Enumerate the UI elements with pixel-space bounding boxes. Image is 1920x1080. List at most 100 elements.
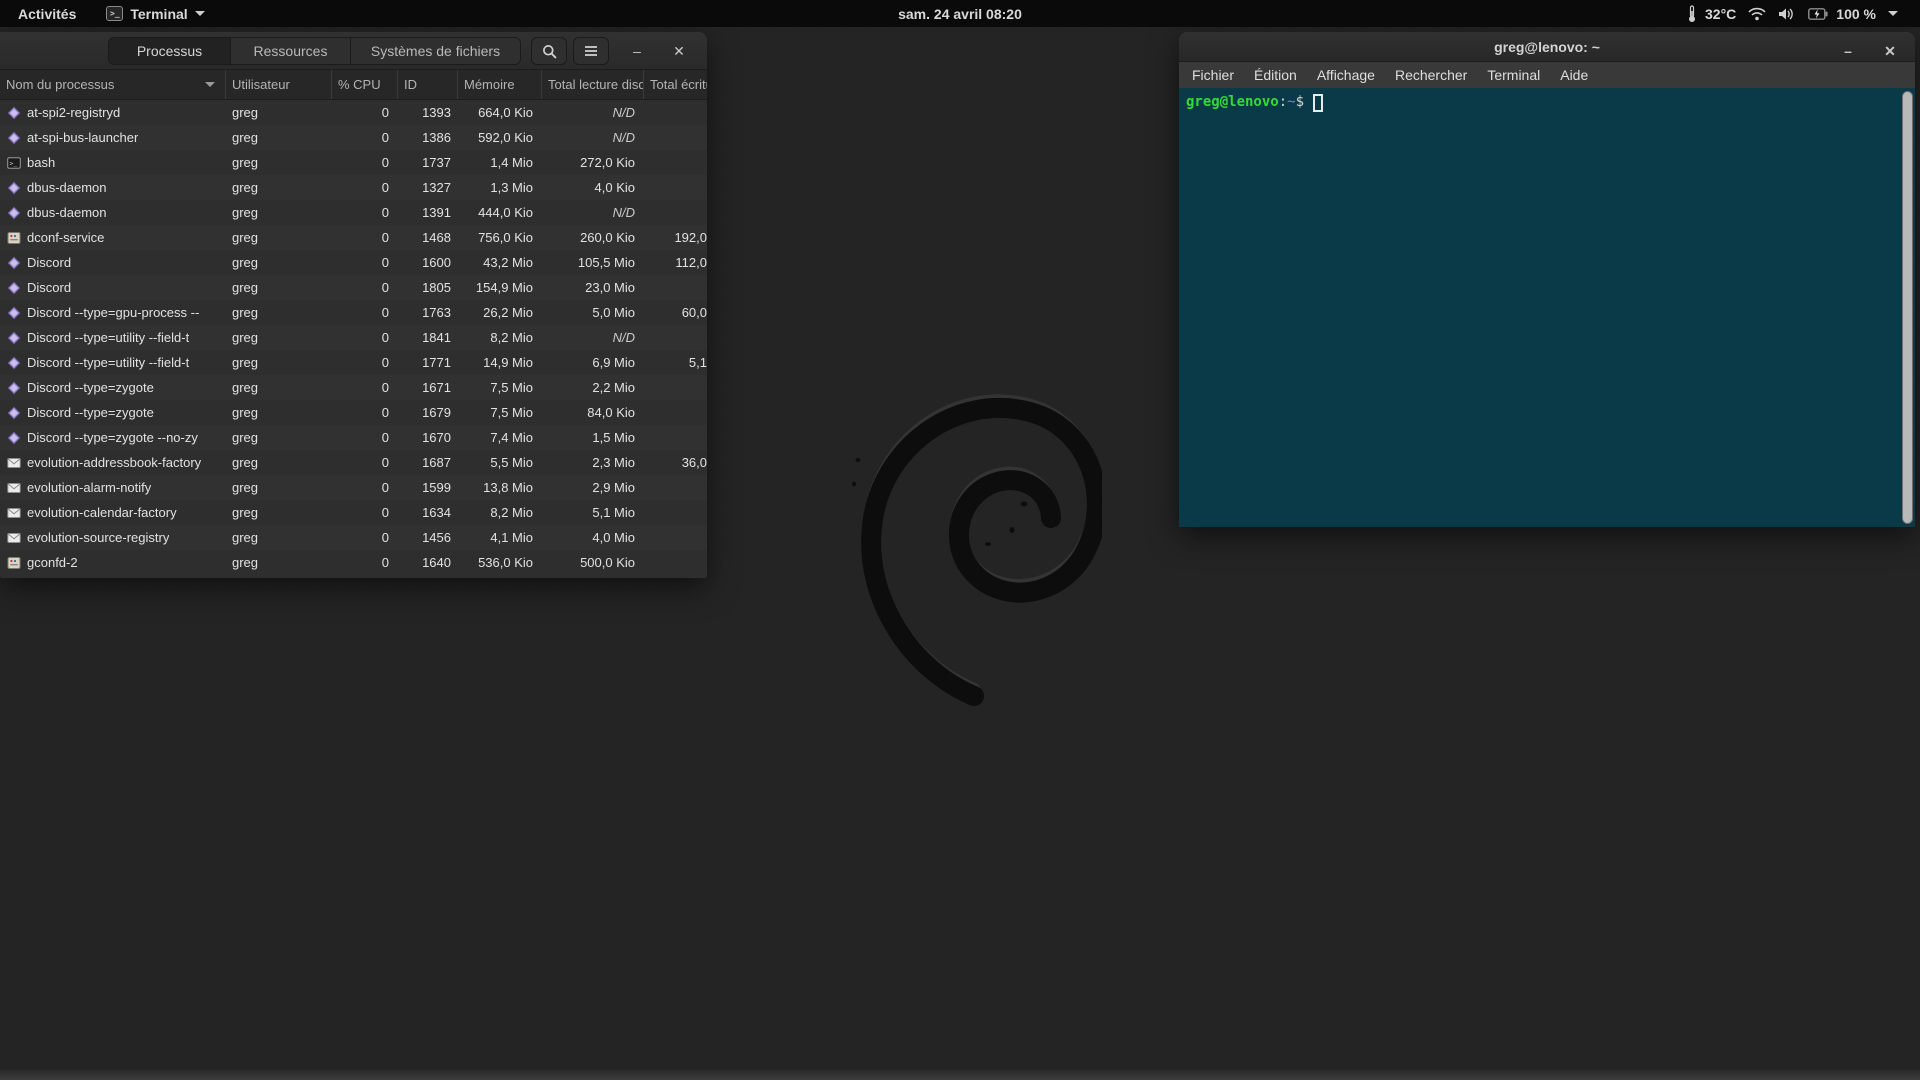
- process-disk-read: 23,0 Mio: [542, 280, 644, 295]
- terminal-scrollbar[interactable]: [1902, 91, 1913, 524]
- table-row[interactable]: Discord --type=gpu-process --greg0176326…: [0, 300, 707, 325]
- process-user: greg: [226, 505, 332, 520]
- table-row[interactable]: >_bashgreg017371,4 Mio272,0 Kio: [0, 150, 707, 175]
- process-cpu: 0: [332, 180, 398, 195]
- process-name: gconfd-2: [27, 555, 78, 570]
- primary-menu-button[interactable]: [573, 37, 609, 65]
- tab-processus[interactable]: Processus: [109, 38, 231, 64]
- process-name-cell: dbus-daemon: [0, 205, 226, 221]
- diamond-icon: [6, 180, 22, 196]
- menu-rechercher[interactable]: Rechercher: [1386, 64, 1476, 86]
- menu-aide[interactable]: Aide: [1551, 64, 1597, 86]
- close-button[interactable]: ✕: [664, 32, 694, 70]
- menu-terminal[interactable]: Terminal: [1478, 64, 1549, 86]
- table-row[interactable]: Discordgreg0160043,2 Mio105,5 Mio112,0: [0, 250, 707, 275]
- table-row[interactable]: dbus-daemongreg01391444,0 KioN/D: [0, 200, 707, 225]
- table-row[interactable]: gconfd-2greg01640536,0 Kio500,0 Kio: [0, 550, 707, 575]
- terminal-titlebar[interactable]: greg@lenovo: ~ – ✕: [1179, 32, 1915, 62]
- table-row[interactable]: evolution-addressbook-factorygreg016875,…: [0, 450, 707, 475]
- prompt-path: ~: [1287, 93, 1295, 112]
- process-name: Discord: [27, 255, 71, 270]
- table-row[interactable]: Discord --type=zygotegreg016797,5 Mio84,…: [0, 400, 707, 425]
- process-cpu: 0: [332, 430, 398, 445]
- process-memory: 756,0 Kio: [458, 230, 542, 245]
- search-button[interactable]: [531, 37, 567, 65]
- system-monitor-headerbar: ProcessusRessourcesSystèmes de fichiers …: [0, 32, 707, 70]
- process-disk-read: N/D: [542, 130, 644, 145]
- column-header[interactable]: Mémoire: [458, 70, 542, 99]
- diamond-icon: [6, 205, 22, 221]
- mail-icon: [6, 455, 22, 471]
- column-header[interactable]: % CPU: [332, 70, 398, 99]
- volume-icon: [1778, 7, 1796, 21]
- table-row[interactable]: dbus-daemongreg013271,3 Mio4,0 Kio: [0, 175, 707, 200]
- column-header[interactable]: Utilisateur: [226, 70, 332, 99]
- terminal-screen[interactable]: greg@lenovo : ~ $: [1179, 88, 1915, 527]
- system-status-area[interactable]: 32°C 100 %: [1687, 0, 1920, 27]
- process-memory: 536,0 Kio: [458, 555, 542, 570]
- process-memory: 592,0 Kio: [458, 130, 542, 145]
- process-id: 1687: [398, 455, 458, 470]
- process-name-cell: at-spi2-registryd: [0, 105, 226, 121]
- tab-ressources[interactable]: Ressources: [231, 38, 351, 64]
- table-row[interactable]: evolution-calendar-factorygreg016348,2 M…: [0, 500, 707, 525]
- clock-button[interactable]: sam. 24 avril 08:20: [898, 6, 1022, 22]
- prompt-user-host: greg@lenovo: [1186, 93, 1279, 112]
- process-user: greg: [226, 430, 332, 445]
- process-disk-read: 84,0 Kio: [542, 405, 644, 420]
- process-user: greg: [226, 280, 332, 295]
- process-user: greg: [226, 455, 332, 470]
- process-name-cell: evolution-source-registry: [0, 530, 226, 546]
- process-name-cell: gconfd-2: [0, 555, 226, 571]
- column-header[interactable]: Total écriture disque: [644, 70, 707, 99]
- keys-icon: [6, 555, 22, 571]
- view-switcher: ProcessusRessourcesSystèmes de fichiers: [108, 37, 521, 65]
- process-name: Discord: [27, 280, 71, 295]
- terminal-minimize-button[interactable]: –: [1833, 32, 1863, 70]
- table-row[interactable]: Discordgreg01805154,9 Mio23,0 Mio: [0, 275, 707, 300]
- process-user: greg: [226, 155, 332, 170]
- process-disk-read: 4,0 Mio: [542, 530, 644, 545]
- menu-fichier[interactable]: Fichier: [1183, 64, 1243, 86]
- process-cpu: 0: [332, 305, 398, 320]
- process-user: greg: [226, 205, 332, 220]
- app-menu-terminal[interactable]: >_ Terminal: [94, 0, 216, 27]
- column-header[interactable]: Nom du processus: [0, 70, 226, 99]
- process-user: greg: [226, 380, 332, 395]
- menu-affichage[interactable]: Affichage: [1308, 64, 1384, 86]
- process-id: 1670: [398, 430, 458, 445]
- terminal-icon: >_: [6, 155, 22, 171]
- mail-icon: [6, 480, 22, 496]
- process-user: greg: [226, 555, 332, 570]
- process-id: 1841: [398, 330, 458, 345]
- process-id: 1386: [398, 130, 458, 145]
- table-row[interactable]: Discord --type=zygote --no-zygreg016707,…: [0, 425, 707, 450]
- process-cpu: 0: [332, 380, 398, 395]
- table-row[interactable]: dconf-servicegreg01468756,0 Kio260,0 Kio…: [0, 225, 707, 250]
- close-icon: ✕: [673, 43, 685, 60]
- table-row[interactable]: at-spi2-registrydgreg01393664,0 KioN/D: [0, 100, 707, 125]
- table-row[interactable]: Discord --type=utility --field-tgreg0184…: [0, 325, 707, 350]
- tab-syst-mes-de-fichiers[interactable]: Systèmes de fichiers: [351, 38, 520, 64]
- table-row[interactable]: Discord --type=zygotegreg016717,5 Mio2,2…: [0, 375, 707, 400]
- process-cpu: 0: [332, 130, 398, 145]
- process-memory: 14,9 Mio: [458, 355, 542, 370]
- process-disk-read: 2,2 Mio: [542, 380, 644, 395]
- menu--dition[interactable]: Édition: [1245, 64, 1306, 86]
- activities-button[interactable]: Activités: [0, 0, 94, 27]
- terminal-close-button[interactable]: ✕: [1875, 32, 1905, 70]
- mail-icon: [6, 505, 22, 521]
- process-id: 1600: [398, 255, 458, 270]
- diamond-icon: [6, 105, 22, 121]
- minimize-button[interactable]: –: [622, 32, 652, 70]
- svg-text:>_: >_: [9, 159, 17, 167]
- process-memory: 13,8 Mio: [458, 480, 542, 495]
- table-row[interactable]: evolution-source-registrygreg014564,1 Mi…: [0, 525, 707, 550]
- shell-prompt: greg@lenovo : ~ $: [1186, 93, 1915, 112]
- column-header[interactable]: ID: [398, 70, 458, 99]
- table-row[interactable]: evolution-alarm-notifygreg0159913,8 Mio2…: [0, 475, 707, 500]
- column-header[interactable]: Total lecture disque: [542, 70, 644, 99]
- table-row[interactable]: Discord --type=utility --field-tgreg0177…: [0, 350, 707, 375]
- table-row[interactable]: at-spi-bus-launchergreg01386592,0 KioN/D: [0, 125, 707, 150]
- process-id: 1671: [398, 380, 458, 395]
